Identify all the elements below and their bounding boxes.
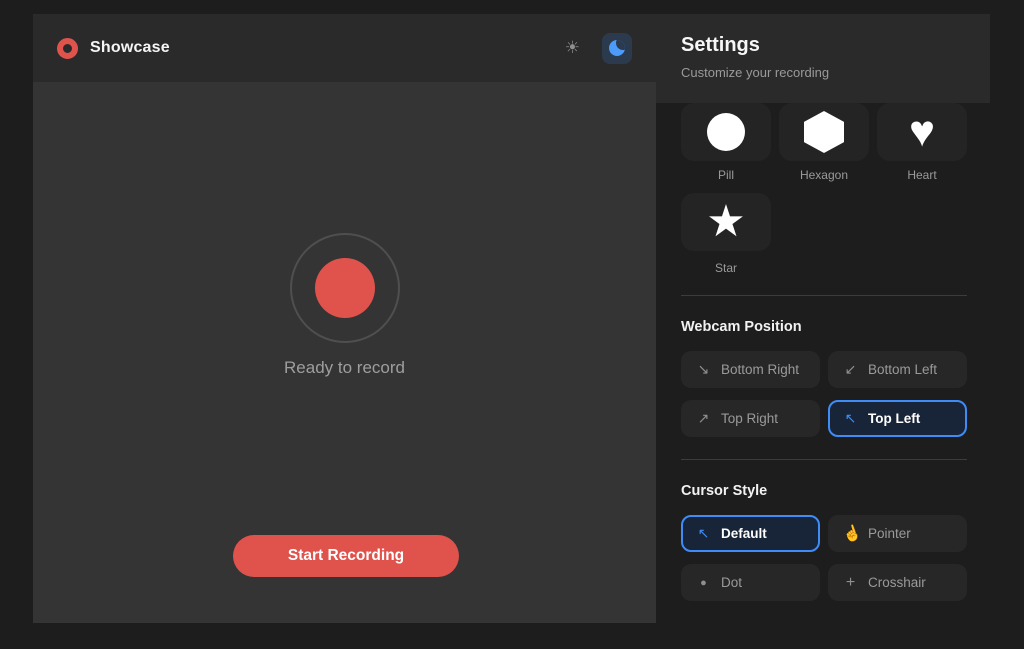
- record-indicator-dot: [315, 258, 375, 318]
- webcam-position-grid: ↘ Bottom Right ↙ Bottom Left ↗ Top Right…: [681, 351, 967, 437]
- hexagon-shape-icon: [804, 111, 844, 153]
- star-shape-icon: ★: [706, 200, 745, 244]
- recorder-topbar: Showcase ☀: [33, 14, 656, 82]
- arrow-up-left-icon: ↖: [843, 410, 858, 427]
- crosshair-icon: +: [843, 574, 858, 592]
- shape-options-row-2: ★: [681, 193, 967, 251]
- shape-label-heart: Heart: [877, 168, 967, 182]
- webcam-position-heading: Webcam Position: [681, 319, 967, 335]
- arrow-up-left-icon: ↖: [696, 525, 711, 542]
- arrow-up-right-icon: ↗: [696, 410, 711, 427]
- option-label: Top Left: [868, 411, 920, 426]
- shape-label-pill: Pill: [681, 168, 771, 182]
- shape-label-star: Star: [681, 261, 771, 275]
- shape-option-pill[interactable]: [681, 103, 771, 161]
- record-dot-icon: [57, 38, 78, 59]
- settings-title: Settings: [681, 34, 990, 57]
- record-indicator-ring: [290, 233, 400, 343]
- settings-subtitle: Customize your recording: [681, 65, 990, 80]
- dark-mode-toggle-button[interactable]: [602, 33, 632, 64]
- cursor-style-grid: ↖ Default ☝ Pointer ● Dot + Crosshair: [681, 515, 967, 601]
- recorder-window: Showcase ☀ Ready to record Start Recordi…: [33, 14, 656, 623]
- heart-shape-icon: ♥: [909, 110, 935, 154]
- shape-options-row: ♥: [681, 103, 967, 161]
- cursor-style-crosshair[interactable]: + Crosshair: [828, 564, 967, 601]
- webcam-position-bottom-left[interactable]: ↙ Bottom Left: [828, 351, 967, 388]
- shape-option-hexagon[interactable]: [779, 103, 869, 161]
- option-label: Bottom Left: [868, 362, 937, 377]
- arrow-down-left-icon: ↙: [843, 361, 858, 378]
- cursor-style-dot[interactable]: ● Dot: [681, 564, 820, 601]
- start-recording-button[interactable]: Start Recording: [233, 535, 459, 577]
- shape-labels-row: Pill Hexagon Heart: [681, 168, 967, 182]
- moon-icon: [609, 40, 625, 56]
- shape-option-heart[interactable]: ♥: [877, 103, 967, 161]
- settings-header: Settings Customize your recording: [656, 14, 990, 103]
- webcam-position-top-left[interactable]: ↖ Top Left: [828, 400, 967, 437]
- shape-option-star[interactable]: ★: [681, 193, 771, 251]
- option-label: Crosshair: [868, 575, 926, 590]
- app-title: Showcase: [90, 39, 170, 57]
- shape-labels-row-2: Star: [681, 261, 967, 275]
- option-label: Dot: [721, 575, 742, 590]
- section-divider: [681, 459, 967, 460]
- cursor-style-heading: Cursor Style: [681, 483, 967, 499]
- option-label: Pointer: [868, 526, 911, 541]
- option-label: Default: [721, 526, 767, 541]
- recorder-status-text: Ready to record: [33, 358, 656, 378]
- webcam-position-bottom-right[interactable]: ↘ Bottom Right: [681, 351, 820, 388]
- pointer-hand-icon: ☝: [841, 523, 861, 545]
- section-divider: [681, 295, 967, 296]
- cursor-style-default[interactable]: ↖ Default: [681, 515, 820, 552]
- arrow-down-right-icon: ↘: [696, 361, 711, 378]
- webcam-position-top-right[interactable]: ↗ Top Right: [681, 400, 820, 437]
- circle-shape-icon: [707, 113, 745, 151]
- dot-icon: ●: [696, 577, 711, 589]
- option-label: Top Right: [721, 411, 778, 426]
- sun-icon[interactable]: ☀: [565, 38, 580, 58]
- option-label: Bottom Right: [721, 362, 799, 377]
- shape-label-hexagon: Hexagon: [779, 168, 869, 182]
- cursor-style-pointer[interactable]: ☝ Pointer: [828, 515, 967, 552]
